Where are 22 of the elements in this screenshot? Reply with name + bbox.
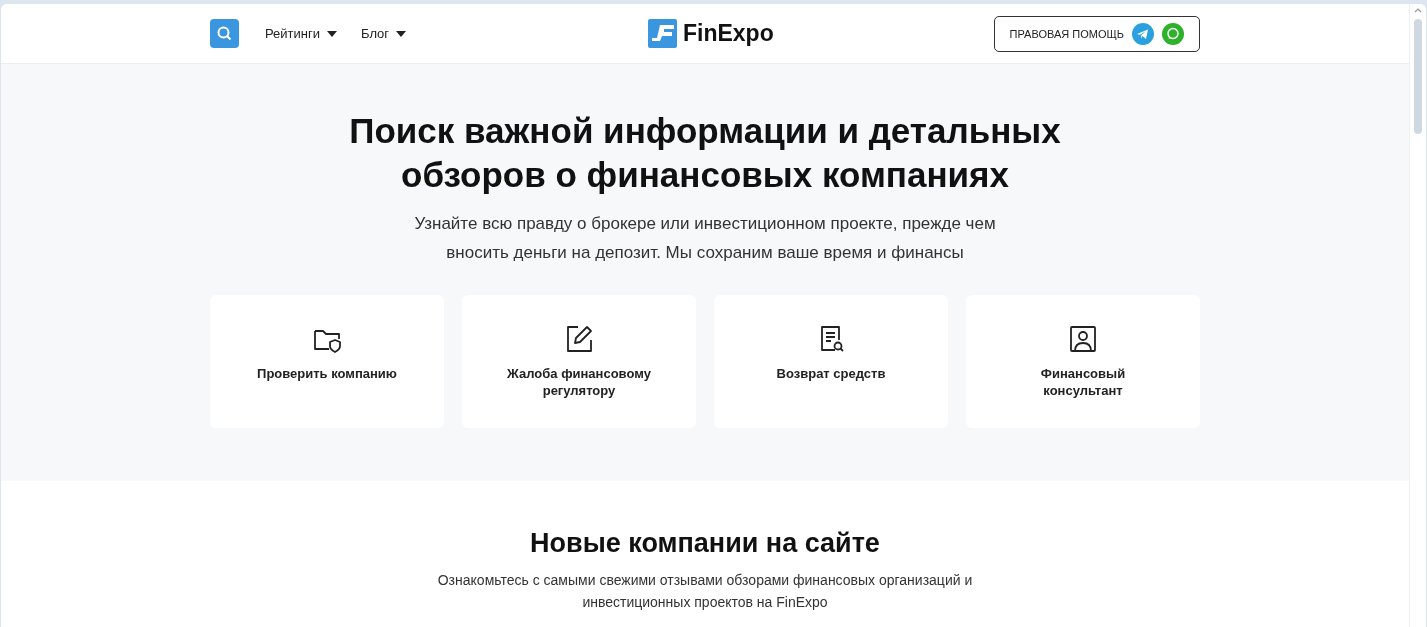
caret-icon <box>396 30 407 37</box>
logo-icon <box>648 19 677 48</box>
service-card[interactable]: Финансовый консультант <box>966 295 1200 428</box>
search-icon <box>217 26 232 41</box>
service-card[interactable]: Жалоба финансовому регулятору <box>462 295 696 428</box>
hero-subtitle: Узнайте всю правду о брокере или инвестиционном проекте, прежде чем вносить деньги на депозит. Мы сохраним ваше время и финансы <box>413 213 997 264</box>
legal-help-button[interactable]: ПРАВОВАЯ ПОМОЩЬ <box>993 15 1200 52</box>
user-profile-icon <box>1067 323 1099 355</box>
service-card[interactable]: Проверить компанию <box>210 295 444 428</box>
service-card[interactable]: Возврат средств <box>714 295 948 428</box>
scroll-up-icon[interactable] <box>1414 8 1422 13</box>
caret-icon <box>327 30 337 37</box>
nav-dropdown[interactable]: Блог <box>361 26 407 41</box>
hero-title: Поиск важной информации и детальных обзоров о финансовых компаниях <box>348 110 1062 196</box>
nav-dropdown[interactable]: Рейтинги <box>265 26 337 41</box>
search-button[interactable] <box>210 19 239 48</box>
whatsapp-icon <box>1162 22 1184 45</box>
scrollbar-thumb[interactable] <box>1414 19 1422 134</box>
section-description: Ознакомьтесь с самыми свежими отзывами обзорами финансовых организаций и инвестиционных проектов на FinExpo <box>436 571 974 612</box>
telegram-icon <box>1132 22 1154 45</box>
logo-text: FinExpo <box>683 20 774 47</box>
section-title: Новые компании на сайте <box>529 527 881 560</box>
